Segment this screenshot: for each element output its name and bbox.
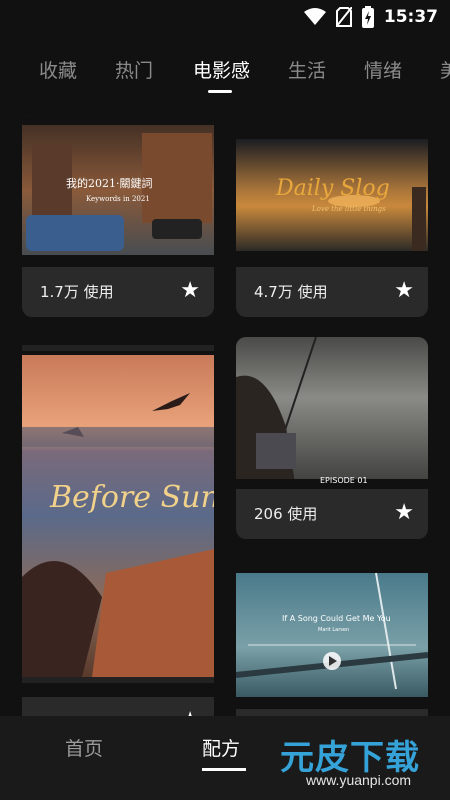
battery-charging-icon [361, 6, 374, 28]
tab-emotion[interactable]: 情绪 [364, 56, 402, 83]
star-icon[interactable]: ★ [394, 280, 414, 302]
category-tabs: 收藏 热门 电影感 生活 情绪 美 [0, 44, 450, 100]
template-thumbnail[interactable]: If A Song Could Get Me You Marit Larsen [236, 559, 428, 709]
usage-count: 206 使用 [254, 504, 318, 523]
card-meta: 1.7万 使用 ★ [22, 267, 214, 315]
thumb-episode-text: EPISODE 01 [320, 476, 368, 485]
usage-count: 4.7万 使用 [254, 282, 328, 301]
watermark-logo: 元皮下载 www.yuanpi.com [262, 728, 448, 796]
no-sim-icon [335, 7, 352, 27]
tab-popular[interactable]: 热门 [115, 56, 153, 83]
status-bar: 15:37 [0, 0, 450, 34]
template-thumbnail[interactable]: EPISODE 01 [236, 337, 428, 489]
thumb-subtitle-text: Love the little things [311, 205, 386, 213]
thumb-artist-text: Marit Larsen [318, 627, 349, 633]
thumb-subtitle-text: Keywords in 2021 [86, 195, 150, 203]
tab-cinematic[interactable]: 电影感 [193, 56, 250, 83]
template-card[interactable]: Daily Slog Love the little things 4.7万 使… [236, 115, 428, 317]
thumb-title-text: 我的2021·關鍵詞 [66, 176, 153, 190]
usage-count: 1.7万 使用 [40, 282, 114, 301]
template-thumbnail[interactable]: Before Sunrise [22, 337, 214, 697]
thumb-song-text: If A Song Could Get Me You [282, 614, 391, 623]
active-tab-indicator [208, 90, 232, 93]
card-meta: 4.7万 使用 ★ [236, 267, 428, 315]
template-card[interactable]: If A Song Could Get Me You Marit Larsen [236, 559, 428, 737]
card-meta: 206 使用 ★ [236, 489, 428, 537]
watermark-url: www.yuanpi.com [306, 772, 412, 788]
status-icons: 15:37 [303, 6, 438, 28]
wifi-icon [303, 8, 326, 25]
tab-favorites[interactable]: 收藏 [39, 56, 77, 83]
template-thumbnail[interactable]: Daily Slog Love the little things [236, 115, 428, 267]
nav-recipes[interactable]: 配方 [202, 734, 240, 761]
template-card[interactable]: Before Sunrise ★ [22, 337, 214, 737]
star-icon[interactable]: ★ [394, 502, 414, 524]
template-card[interactable]: EPISODE 01 206 使用 ★ [236, 337, 428, 539]
status-time: 15:37 [383, 7, 438, 27]
nav-home[interactable]: 首页 [65, 734, 103, 761]
tab-beauty[interactable]: 美 [440, 56, 450, 83]
active-nav-indicator [202, 768, 246, 771]
template-card[interactable]: 我的2021·關鍵詞 Keywords in 2021 1.7万 使用 ★ [22, 115, 214, 317]
tab-life[interactable]: 生活 [288, 56, 326, 83]
template-thumbnail[interactable]: 我的2021·關鍵詞 Keywords in 2021 [22, 115, 214, 267]
thumb-title-text: Daily Slog [275, 176, 390, 201]
star-icon[interactable]: ★ [180, 280, 200, 302]
thumb-title-text: Before Sunrise [49, 480, 214, 515]
